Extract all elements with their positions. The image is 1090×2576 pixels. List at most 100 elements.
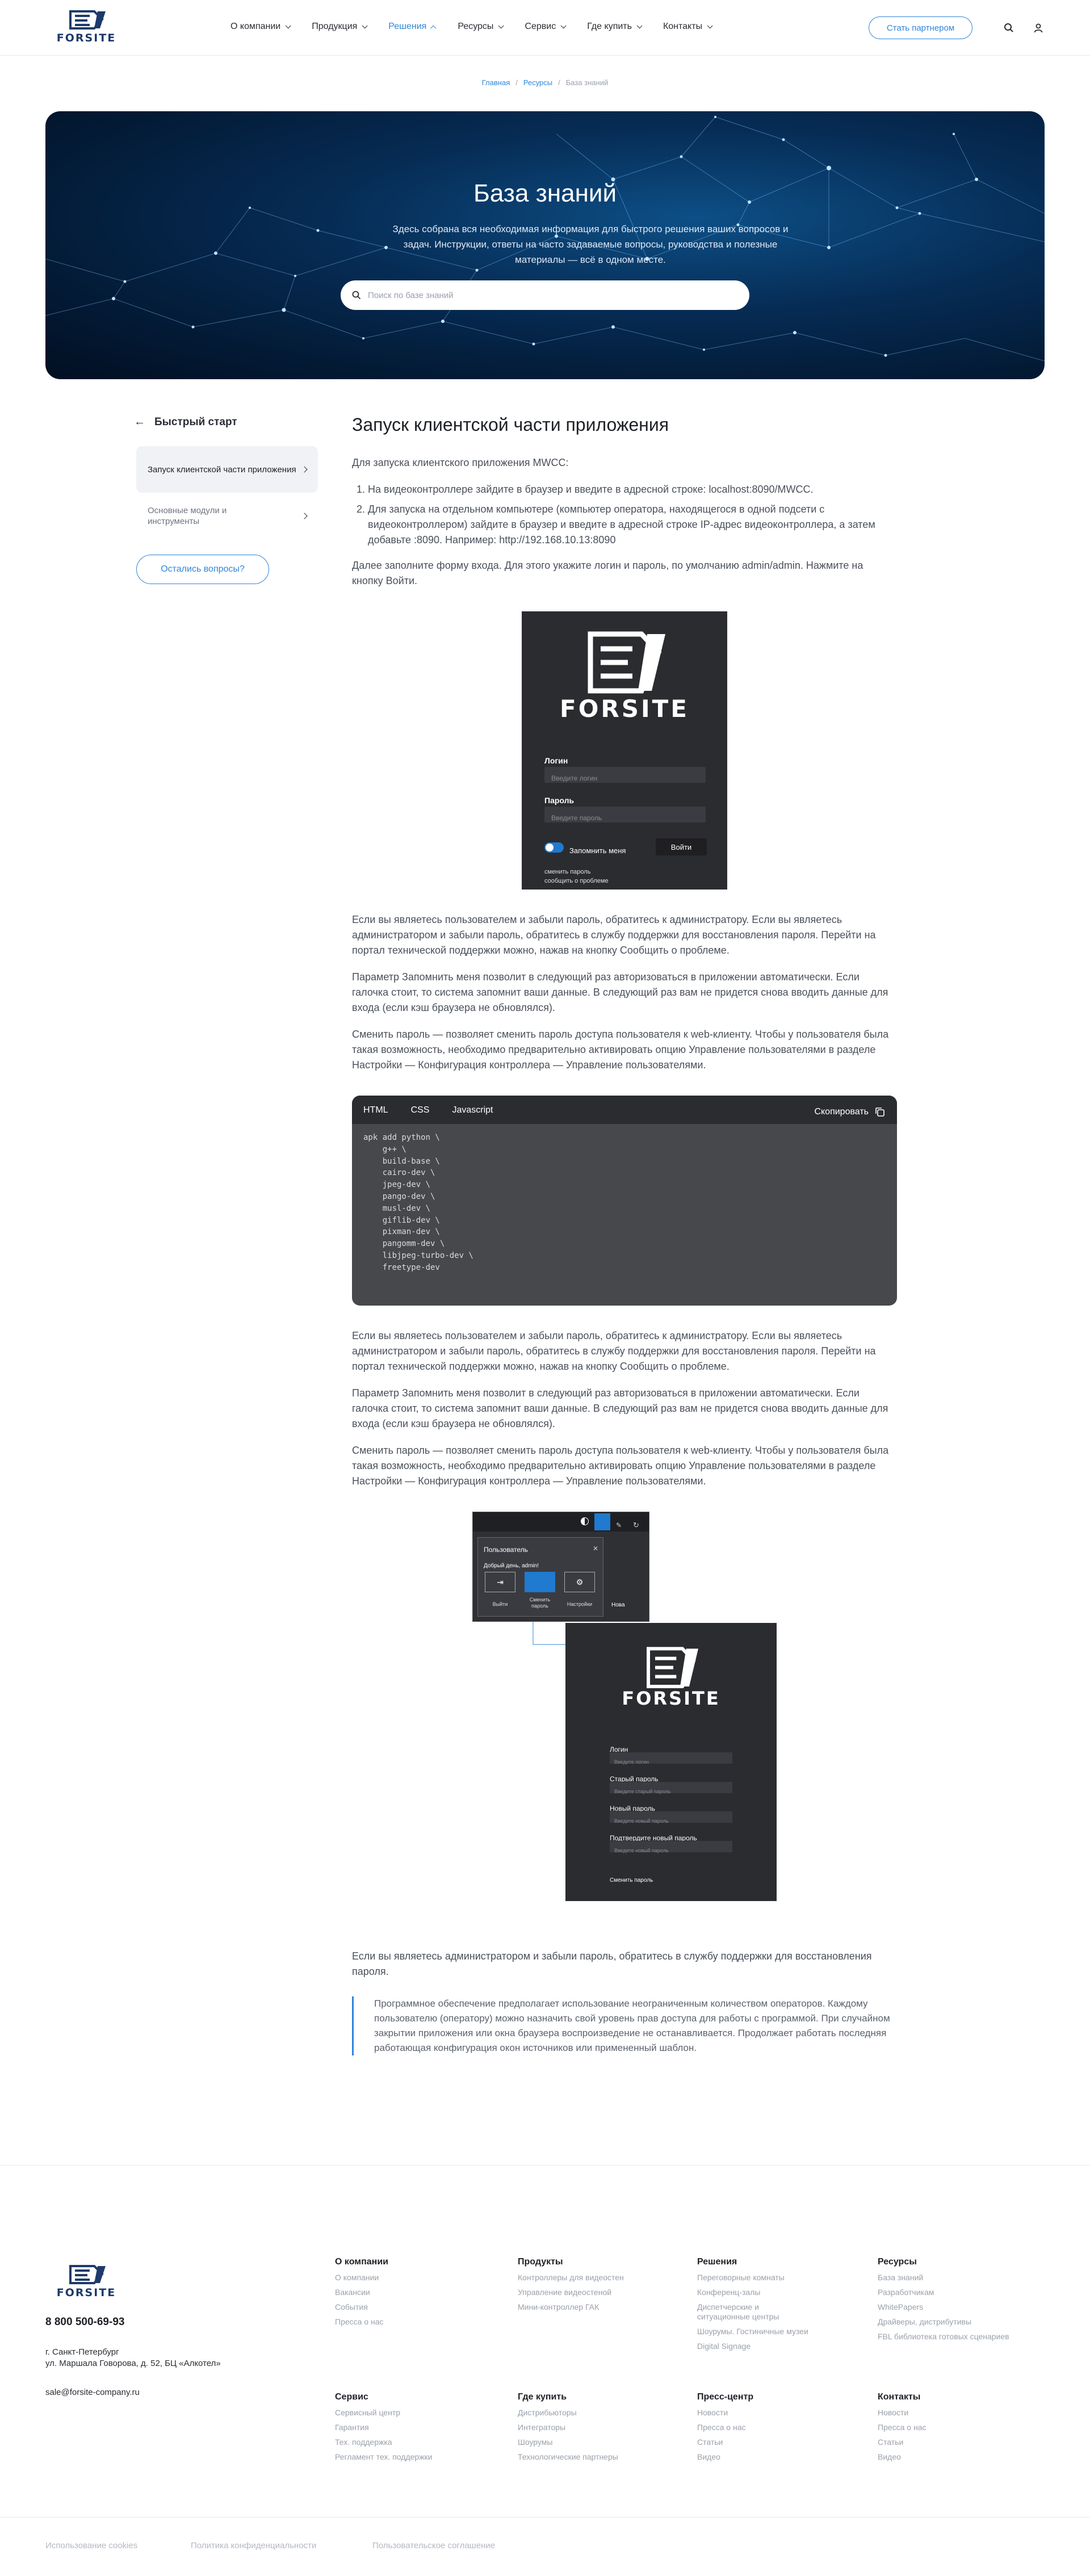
footer-link[interactable]: О компании <box>335 2273 500 2283</box>
footer-link[interactable]: Статьи <box>697 2437 862 2447</box>
footer-link[interactable]: Мини-контроллер ГАК <box>518 2302 682 2312</box>
popup-title: Пользователь <box>484 1546 528 1554</box>
footer-link[interactable]: Новости <box>697 2408 862 2418</box>
code-block: HTML CSS Javascript Скопировать apk add … <box>352 1096 897 1306</box>
footer-link[interactable]: Управление видеостеной <box>518 2288 682 2297</box>
footer-email[interactable]: sale@forsite-company.ru <box>45 2388 140 2397</box>
site-logo[interactable]: FORSITE <box>50 9 123 47</box>
article-paragraph: Если вы являетесь администратором и забы… <box>352 1950 872 1977</box>
footer-logo[interactable]: FORSITE <box>50 2264 123 2299</box>
footer-link[interactable]: Дистрибьюторы <box>518 2408 682 2418</box>
footer-phone[interactable]: 8 800 500-69-93 <box>45 2316 124 2329</box>
footer-column-resources: Ресурсы База знаний Разработчикам WhiteP… <box>878 2257 1048 2347</box>
footer-link[interactable]: Интеграторы <box>518 2423 682 2432</box>
search-icon[interactable] <box>1003 22 1015 34</box>
report-problem-link: сообщить о проблеме <box>544 878 609 884</box>
change-password-form: FORSITE Логин Введите логин Старый парол… <box>565 1623 777 1901</box>
popup-settings-tile: ⚙ <box>564 1572 595 1592</box>
cookies-link[interactable]: Использование cookies <box>45 2541 137 2550</box>
footer-link[interactable]: Новости <box>878 2408 1042 2418</box>
form-field: Введите старый пароль <box>610 1782 732 1794</box>
nav-item-service[interactable]: Сервис <box>525 22 567 32</box>
user-menu-screenshot: ✎ ↻ Пользователь ✕ Добрый день, admin! ⇥… <box>472 1512 649 1622</box>
arrow-left-icon: ← <box>134 416 145 428</box>
footer-link[interactable]: Контроллеры для видеостен <box>518 2273 682 2283</box>
chevron-right-icon <box>301 466 308 473</box>
nav-item-solutions[interactable]: Решения <box>388 22 437 32</box>
footer-link[interactable]: Вакансии <box>335 2288 500 2297</box>
footer-link[interactable]: Тех. поддержка <box>335 2437 500 2447</box>
background-label: Нова <box>611 1602 625 1608</box>
footer-link[interactable]: Видео <box>878 2452 1042 2462</box>
list-item: Для запуска на отдельном компьютере (ком… <box>368 502 897 548</box>
tab-html[interactable]: HTML <box>363 1102 388 1118</box>
footer-link[interactable]: Регламент тех. поддержки <box>335 2452 500 2462</box>
popup-greeting: Добрый день, admin! <box>484 1563 539 1569</box>
address-street: ул. Маршала Говорова, д. 52, БЦ «Алкотел… <box>45 2359 221 2368</box>
nav-item-products[interactable]: Продукция <box>312 22 368 32</box>
popup-password-tile <box>525 1572 555 1592</box>
sidebar-item-client-launch[interactable]: Запуск клиентской части приложения <box>136 446 318 493</box>
footer-link[interactable]: Технологические партнеры <box>518 2452 682 2462</box>
form-field: Введите новый пароль <box>610 1811 732 1824</box>
back-to-quick-start[interactable]: ← Быстрый старт <box>134 416 237 429</box>
user-icon[interactable] <box>1032 22 1045 34</box>
footer-link[interactable]: WhitePapers <box>878 2302 1048 2312</box>
footer-column-solutions: Решения Переговорные комнаты Конференц-з… <box>697 2257 833 2356</box>
footer-link[interactable]: События <box>335 2302 500 2312</box>
breadcrumb-home[interactable]: Главная <box>482 78 510 87</box>
copy-button[interactable]: Скопировать <box>814 1104 886 1119</box>
footer-link[interactable]: База знаний <box>878 2273 1048 2283</box>
nav-item-about[interactable]: О компании <box>230 22 291 32</box>
footer-column-press: Пресс-центр Новости Пресса о нас Статьи … <box>697 2392 862 2467</box>
footer-column-about: О компании О компании Вакансии События П… <box>335 2257 500 2332</box>
form-field: Введите логин <box>610 1752 732 1765</box>
footer-link[interactable]: Пресса о нас <box>335 2317 500 2327</box>
login-label: Логин <box>544 756 568 765</box>
questions-button[interactable]: Остались вопросы? <box>136 555 269 584</box>
popup-action-label: Настройки <box>567 1601 593 1607</box>
sidebar-item-core-modules[interactable]: Основные модули и инструменты <box>136 493 318 539</box>
nav-item-resources[interactable]: Ресурсы <box>458 22 505 32</box>
remember-toggle <box>544 842 564 853</box>
footer-link[interactable]: Видео <box>697 2452 862 2462</box>
article-intro: Для запуска клиентского приложения MWCC: <box>352 457 569 468</box>
change-password-screenshot: ✎ ↻ Пользователь ✕ Добрый день, admin! ⇥… <box>352 1512 897 1932</box>
article-paragraph: Далее заполните форму входа. Для этого у… <box>352 560 863 586</box>
hero-subtitle: Здесь собрана вся необходимая информация… <box>392 224 789 265</box>
user-agreement-link[interactable]: Пользовательское соглашение <box>372 2541 495 2550</box>
footer-link[interactable]: Статьи <box>878 2437 1042 2447</box>
footer-link[interactable]: Сервисный центр <box>335 2408 500 2418</box>
article-paragraph: Если вы являетесь пользователем и забыли… <box>352 914 876 956</box>
article-paragraph: Параметр Запомнить меня позволит в следу… <box>352 971 888 1013</box>
breadcrumb: Главная / Ресурсы / База знаний <box>0 78 1090 87</box>
footer-link[interactable]: Пресса о нас <box>697 2423 862 2432</box>
nav-item-where-to-buy[interactable]: Где купить <box>587 22 643 32</box>
breadcrumb-resources[interactable]: Ресурсы <box>523 78 552 87</box>
footer-link[interactable]: Шоурумы. Гостиничные музеи <box>697 2327 833 2336</box>
copy-label: Скопировать <box>814 1107 869 1117</box>
footer-link[interactable]: Пресса о нас <box>878 2423 1042 2432</box>
footer-link[interactable]: Конференц-залы <box>697 2288 833 2297</box>
logo-text: FORSITE <box>56 32 116 44</box>
password-label: Пароль <box>544 796 575 805</box>
footer-link[interactable]: Диспетчерские и ситуационные центры <box>697 2302 794 2322</box>
chevron-down-icon <box>498 22 505 28</box>
footer-address: г. Санкт-Петербург ул. Маршала Говорова,… <box>45 2347 221 2369</box>
footer-column-title: Где купить <box>518 2392 567 2402</box>
footer-link[interactable]: Digital Signage <box>697 2342 833 2351</box>
footer-link[interactable]: Разработчикам <box>878 2288 1048 2297</box>
search-input[interactable] <box>368 290 708 300</box>
screenshot-logo: FORSITE <box>565 1646 777 1707</box>
tab-css[interactable]: CSS <box>411 1102 430 1118</box>
become-partner-button[interactable]: Стать партнером <box>869 16 972 39</box>
privacy-policy-link[interactable]: Политика конфиденциальности <box>191 2541 316 2550</box>
breadcrumb-separator: / <box>558 78 560 87</box>
footer-link[interactable]: Переговорные комнаты <box>697 2273 833 2283</box>
nav-item-contacts[interactable]: Контакты <box>663 22 713 32</box>
footer-link[interactable]: Шоурумы <box>518 2437 682 2447</box>
tab-javascript[interactable]: Javascript <box>452 1102 493 1118</box>
footer-link[interactable]: Гарантия <box>335 2423 500 2432</box>
footer-link[interactable]: FBL библиотека готовых сценариев <box>878 2332 1048 2342</box>
footer-link[interactable]: Драйверы, дистрибутивы <box>878 2317 1048 2327</box>
